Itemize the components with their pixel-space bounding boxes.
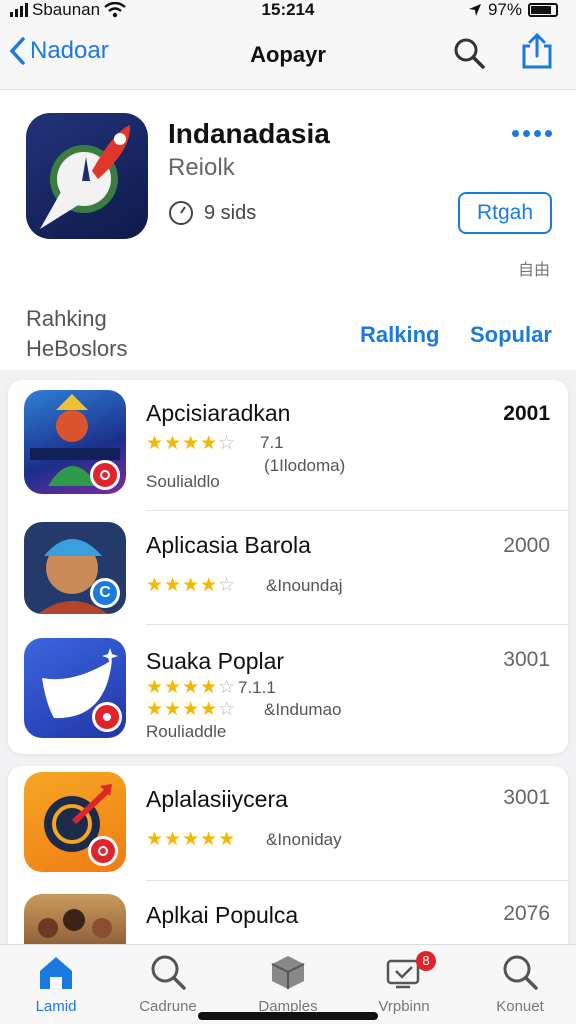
section-label-line1: Rahking [26, 306, 107, 331]
app-list-card-secondary: Aplalasiiycera 3001 ★★★★★ &Inoniday Aplk… [8, 766, 568, 966]
tab-updates[interactable]: 8 Vrpbinn [354, 951, 454, 1015]
share-icon[interactable] [520, 32, 554, 70]
divider [146, 880, 568, 881]
box-icon [271, 956, 305, 989]
tab-ranking[interactable]: Ralking [360, 322, 439, 348]
rating-text: 7.1 [260, 433, 284, 452]
section-label-line2: HeBoslors [26, 336, 128, 361]
list-item[interactable]: Suaka Poplar 3001 ★★★★☆ 7.1.1 ★★★★☆ &Ind… [8, 626, 568, 754]
back-button[interactable]: Nadoar [8, 36, 109, 66]
item-meta: &Indumao [264, 700, 342, 719]
avatar-icon: C [24, 522, 126, 614]
item-meta: &Inoundaj [266, 576, 343, 595]
search-icon[interactable] [452, 36, 486, 70]
more-options-button[interactable] [512, 130, 552, 137]
compass-pin-icon [40, 125, 131, 229]
navigation-bar: Nadoar Aopayr [0, 22, 576, 90]
tab-search-secondary[interactable]: Konuet [470, 953, 570, 1015]
home-icon [40, 957, 72, 989]
star-rating-secondary: ★★★★☆ [146, 699, 237, 720]
tab-label: Lamid [35, 998, 77, 1015]
badge-icon [92, 702, 122, 732]
tab-box[interactable]: Damples [238, 953, 338, 1015]
badge-icon: C [90, 578, 120, 608]
app-header: Indanadasia Reiolk 9 sids Rtgah 自由 Rahki… [0, 90, 576, 370]
search-icon [503, 955, 538, 990]
app-meta-text: 9 sids [204, 201, 257, 224]
location-icon [468, 4, 481, 16]
chevron-left-icon [9, 37, 25, 65]
divider [146, 624, 568, 625]
home-indicator [198, 1012, 378, 1020]
back-label: Nadoar [30, 37, 109, 64]
tab-home[interactable]: Lamid [6, 953, 106, 1015]
small-tag: 自由 [518, 262, 551, 279]
item-title: Aplalasiiycera [146, 786, 288, 812]
section-label: Rahking HeBoslors [26, 304, 127, 364]
item-number: 3001 [503, 786, 550, 809]
item-title: Suaka Poplar [146, 648, 285, 674]
item-number: 2001 [503, 402, 550, 425]
list-item[interactable]: C Aplicasia Barola 2000 ★★★★☆ &Inoundaj [8, 512, 568, 624]
rating-text: 7.1.1 [238, 678, 276, 697]
list-item[interactable]: Aplalasiiycera 3001 ★★★★★ &Inoniday [8, 766, 568, 878]
chat-bubble-icon [24, 638, 126, 738]
item-meta: &Inoniday [266, 830, 342, 849]
item-title: Aplicasia Barola [146, 532, 311, 558]
app-subtitle: Reiolk [168, 154, 235, 181]
item-number: 3001 [503, 648, 550, 671]
item-number: 2000 [503, 534, 550, 557]
app-list-card: Apcisiaradkan 2001 ★★★★☆ 7.1 (1Ilodoma) … [8, 380, 568, 754]
tab-label: Konuet [496, 998, 544, 1015]
item-title: Apcisiaradkan [146, 400, 291, 426]
item-subtitle: Soulialdlo [146, 472, 220, 491]
star-rating: ★★★★☆ [146, 575, 237, 596]
tab-popular[interactable]: Sopular [470, 322, 552, 348]
list-item[interactable]: Apcisiaradkan 2001 ★★★★☆ 7.1 (1Ilodoma) … [8, 380, 568, 510]
clock-icon [169, 201, 193, 225]
app-meta: 9 sids [168, 200, 256, 226]
star-rating: ★★★★☆ [146, 433, 237, 454]
item-number: 2076 [503, 902, 550, 925]
notification-badge: 8 [416, 951, 436, 971]
divider [146, 510, 568, 511]
status-bar: Sbaunan 15:214 97% [0, 0, 576, 22]
badge-icon [90, 460, 120, 490]
item-meta: (1Ilodoma) [264, 456, 346, 475]
badge-icon [88, 836, 118, 866]
tab-search[interactable]: Cadrune [118, 953, 218, 1015]
search-icon [151, 955, 186, 990]
item-subtitle: Rouliaddle [146, 722, 227, 741]
get-button[interactable]: Rtgah [458, 192, 552, 234]
star-rating: ★★★★★ [146, 829, 237, 850]
status-right: 97% [468, 0, 558, 20]
item-title: Aplkai Populca [146, 902, 299, 928]
app-icon[interactable] [26, 113, 148, 239]
app-title: Indanadasia [168, 118, 330, 149]
star-rating: ★★★★☆ [146, 677, 237, 698]
battery-percent: 97% [487, 0, 522, 19]
battery-icon [528, 3, 558, 17]
game-icon [24, 390, 126, 494]
target-icon [24, 772, 126, 872]
